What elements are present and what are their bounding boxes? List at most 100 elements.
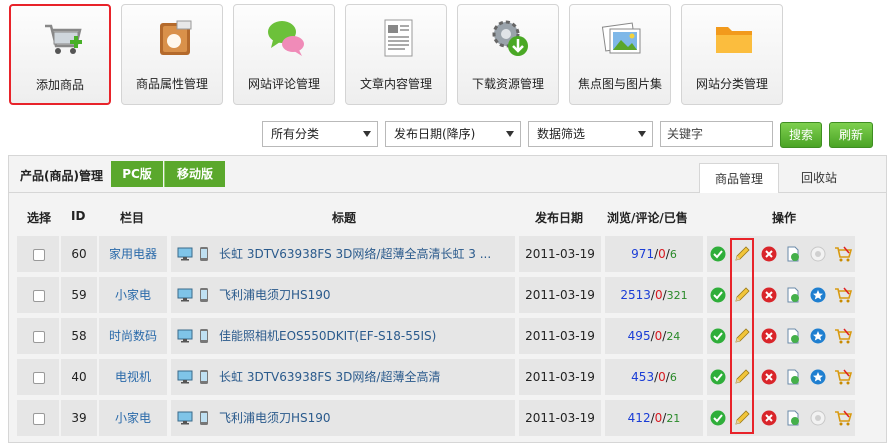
refresh-button[interactable]: 刷新 xyxy=(829,122,873,148)
row-checkbox[interactable] xyxy=(33,413,45,425)
comments-tile[interactable]: 网站评论管理 xyxy=(233,4,335,105)
approve-check-icon[interactable] xyxy=(710,246,726,262)
title-link[interactable]: 长虹 3DTV63938FS 3D网络/超薄全高清长虹 3 ... xyxy=(219,236,509,272)
category-link[interactable]: 小家电 xyxy=(115,288,151,302)
copy-page-icon[interactable] xyxy=(785,328,801,344)
edit-column-highlight xyxy=(730,238,754,434)
keyword-input[interactable]: 关键字 xyxy=(660,121,773,147)
stats-cell: 453/0/6 xyxy=(605,359,703,395)
category-select-value: 所有分类 xyxy=(271,127,320,141)
recommend-star-icon[interactable] xyxy=(810,328,826,344)
sold-count: 6 xyxy=(669,248,677,261)
mobile-icon xyxy=(200,411,208,425)
download-gear-icon xyxy=(492,20,528,56)
col-date: 发布日期 xyxy=(535,211,584,225)
category-select[interactable]: 所有分类 xyxy=(262,121,378,147)
col-title: 标题 xyxy=(332,211,357,225)
table-row: 39 小家电 飞利浦电须刀HS190 2011-03-19 412/0/21 xyxy=(9,398,887,436)
views-count: 412 xyxy=(627,411,651,425)
cart-icon[interactable] xyxy=(834,410,852,426)
search-button[interactable]: 搜索 xyxy=(780,122,822,148)
title-cell: 长虹 3DTV63938FS 3D网络/超薄全高清长虹 3 ... xyxy=(171,236,515,272)
delete-x-icon[interactable] xyxy=(761,410,777,426)
tile-label: 文章内容管理 xyxy=(359,77,432,91)
row-checkbox[interactable] xyxy=(33,290,45,302)
tile-label: 网站评论管理 xyxy=(247,77,320,91)
id-cell: 59 xyxy=(61,277,97,313)
delete-x-icon[interactable] xyxy=(761,246,777,262)
recommend-off-icon[interactable] xyxy=(810,410,826,426)
copy-page-icon[interactable] xyxy=(785,410,801,426)
date-cell: 2011-03-19 xyxy=(519,359,601,395)
views-count: 495 xyxy=(627,329,651,343)
cart-icon[interactable] xyxy=(834,287,852,303)
views-count: 453 xyxy=(631,370,655,384)
product-attributes-icon xyxy=(160,20,192,55)
row-checkbox[interactable] xyxy=(33,331,45,343)
category-link[interactable]: 小家电 xyxy=(115,411,151,425)
col-category: 栏目 xyxy=(120,211,145,225)
date-cell: 2011-03-19 xyxy=(519,277,601,313)
copy-page-icon[interactable] xyxy=(785,369,801,385)
id-cell: 58 xyxy=(61,318,97,354)
product-attributes-tile[interactable]: 商品属性管理 xyxy=(121,4,223,105)
add-product-tile[interactable]: 添加商品 xyxy=(9,4,111,105)
delete-x-icon[interactable] xyxy=(761,369,777,385)
data-filter-select[interactable]: 数据筛选 xyxy=(528,121,653,147)
chevron-down-icon xyxy=(506,131,514,137)
approve-check-icon[interactable] xyxy=(710,287,726,303)
pc-icon xyxy=(177,247,193,261)
comments-count: 0 xyxy=(658,370,666,384)
mobile-version-button[interactable]: 移动版 xyxy=(164,161,225,187)
category-cell: 小家电 xyxy=(99,400,167,436)
comments-count: 0 xyxy=(658,247,666,261)
sold-count: 321 xyxy=(666,289,688,302)
title-link[interactable]: 飞利浦电须刀HS190 xyxy=(219,400,509,436)
chevron-down-icon xyxy=(363,131,371,137)
delete-x-icon[interactable] xyxy=(761,328,777,344)
cart-icon[interactable] xyxy=(834,246,852,262)
pc-icon xyxy=(177,288,193,302)
title-cell: 飞利浦电须刀HS190 xyxy=(171,400,515,436)
delete-x-icon[interactable] xyxy=(761,287,777,303)
download-resources-tile[interactable]: 下载资源管理 xyxy=(457,4,559,105)
row-checkbox[interactable] xyxy=(33,372,45,384)
cart-icon[interactable] xyxy=(834,369,852,385)
sort-select[interactable]: 发布日期(降序) xyxy=(385,121,521,147)
copy-page-icon[interactable] xyxy=(785,246,801,262)
approve-check-icon[interactable] xyxy=(710,328,726,344)
approve-check-icon[interactable] xyxy=(710,410,726,426)
recommend-off-icon[interactable] xyxy=(810,246,826,262)
focus-images-tile[interactable]: 焦点图与图片集 xyxy=(569,4,671,105)
title-link[interactable]: 佳能照相机EOS550DKIT(EF-S18-55IS) xyxy=(219,318,509,354)
col-stats: 浏览/评论/已售 xyxy=(607,211,688,225)
tab-product-management[interactable]: 商品管理 xyxy=(699,163,779,193)
select-cell xyxy=(17,236,59,272)
col-select: 选择 xyxy=(27,211,52,225)
recommend-star-icon[interactable] xyxy=(810,287,826,303)
category-link[interactable]: 时尚数码 xyxy=(109,329,157,343)
sold-count: 21 xyxy=(666,412,681,425)
views-count: 2513 xyxy=(620,288,651,302)
approve-check-icon[interactable] xyxy=(710,369,726,385)
copy-page-icon[interactable] xyxy=(785,287,801,303)
title-link[interactable]: 长虹 3DTV63938FS 3D网络/超薄全高清 xyxy=(219,359,509,395)
recommend-star-icon[interactable] xyxy=(810,369,826,385)
tile-label: 商品属性管理 xyxy=(135,77,208,91)
tab-recycle-bin[interactable]: 回收站 xyxy=(779,163,859,193)
article-icon xyxy=(384,19,413,57)
pc-version-button[interactable]: PC版 xyxy=(111,161,163,187)
cart-icon[interactable] xyxy=(834,328,852,344)
module-toolbar: 添加商品 商品属性管理 网站评论管理 文章内容管理 下载资源管理 焦点图与图片集… xyxy=(0,0,887,112)
article-content-tile[interactable]: 文章内容管理 xyxy=(345,4,447,105)
category-link[interactable]: 家用电器 xyxy=(109,247,157,261)
category-link[interactable]: 电视机 xyxy=(115,370,151,384)
row-checkbox[interactable] xyxy=(33,249,45,261)
title-link[interactable]: 飞利浦电须刀HS190 xyxy=(219,277,509,313)
comments-icon xyxy=(268,21,304,56)
site-categories-tile[interactable]: 网站分类管理 xyxy=(681,4,783,105)
table-row: 59 小家电 飞利浦电须刀HS190 2011-03-19 2513/0/321 xyxy=(9,275,887,313)
panel-title: 产品(商品)管理 xyxy=(20,169,103,183)
stats-cell: 971/0/6 xyxy=(605,236,703,272)
mobile-icon xyxy=(200,288,208,302)
